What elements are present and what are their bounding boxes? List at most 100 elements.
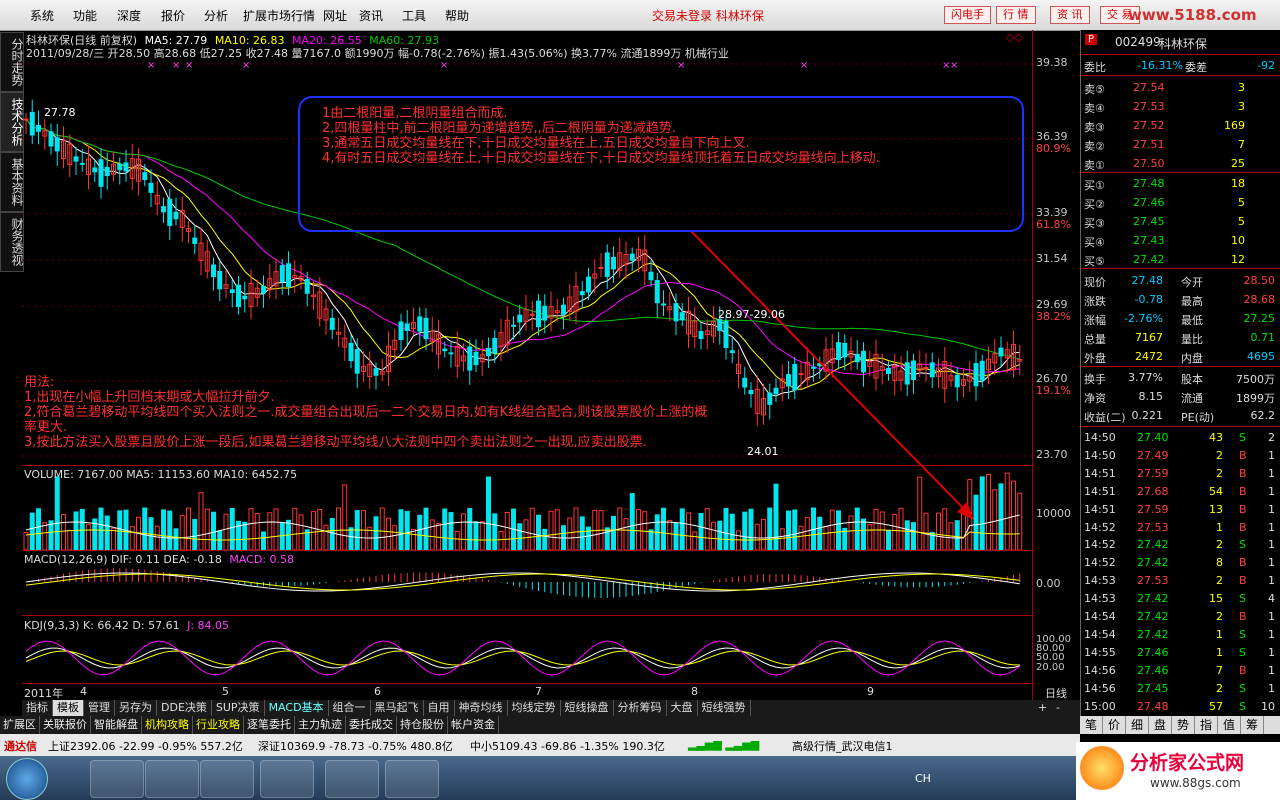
- diamond-icon[interactable]: ◇◇: [1006, 31, 1023, 44]
- zoom-minus-icon[interactable]: -: [1052, 700, 1064, 716]
- candle-body: [348, 342, 354, 362]
- folder-icon[interactable]: [145, 760, 199, 798]
- sell-row-cell: 27.53: [1133, 100, 1165, 113]
- low-price-label: 24.01: [747, 445, 779, 458]
- tick-row-cell: 14:52: [1084, 538, 1116, 552]
- flash-hand-button[interactable]: 闪电手: [944, 6, 991, 24]
- tab-time-trend[interactable]: 分时走势: [0, 32, 24, 92]
- volume-bar: [48, 520, 54, 551]
- quote-tab[interactable]: 细: [1126, 716, 1149, 734]
- tab-short-strong[interactable]: 短线强势: [698, 700, 751, 716]
- menu-function[interactable]: 功能: [73, 7, 97, 24]
- candle-body: [998, 347, 1004, 357]
- tab-template[interactable]: 模板: [53, 700, 84, 716]
- menu-system[interactable]: 系统: [30, 7, 54, 24]
- app-icon-3[interactable]: [385, 760, 439, 798]
- tab-save-as[interactable]: 另存为: [115, 700, 157, 716]
- candle-body: [792, 363, 798, 391]
- tab-holdings[interactable]: 持仓股份: [397, 716, 448, 734]
- stat-row: 涨跌 -0.78 最高 28.68: [1081, 290, 1280, 309]
- candle-body: [23, 118, 29, 121]
- quote-tab[interactable]: 盘: [1149, 716, 1172, 734]
- tab-trades[interactable]: 委托成交: [346, 716, 397, 734]
- menu-quote[interactable]: 报价: [161, 7, 185, 24]
- tick-row-cell: B: [1239, 484, 1247, 498]
- tick-row-cell: 2: [1216, 610, 1223, 623]
- tick-row-cell: 14:52: [1084, 556, 1116, 570]
- quote-tab[interactable]: 值: [1218, 716, 1241, 734]
- tab-indicator[interactable]: 指标: [22, 700, 53, 716]
- tick-row-cell: B: [1239, 574, 1247, 588]
- tick-row: 14:54 27.42 1 S 1: [1081, 625, 1280, 644]
- tab-dark-horse[interactable]: 黑马起飞: [371, 700, 424, 716]
- bar-info-line: 2011/09/28/三 开28.50 高28.68 低27.25 收27.48…: [26, 47, 729, 60]
- menu-tools[interactable]: 工具: [402, 7, 426, 24]
- menu-analysis[interactable]: 分析: [204, 7, 228, 24]
- tab-basic-info[interactable]: 基本资料: [0, 152, 24, 212]
- stock-app-icon[interactable]: [325, 760, 379, 798]
- menu-url[interactable]: 网址: [323, 7, 347, 24]
- macd-header: MACD(12,26,9) DIF: 0.11 DEA: -0.18 MACD:…: [24, 553, 294, 566]
- tab-ma-trend[interactable]: 均线定势: [508, 700, 561, 716]
- buy-row-cell: 5: [1238, 196, 1245, 209]
- tick-row-cell: 27.42: [1137, 627, 1169, 641]
- menu-help[interactable]: 帮助: [445, 7, 469, 24]
- quote-tab[interactable]: 指: [1195, 716, 1218, 734]
- volume-bar: [773, 483, 779, 551]
- volume-bar: [542, 528, 548, 551]
- stat2-row-cell: 7500万: [1236, 373, 1275, 386]
- tab-short-trade[interactable]: 短线操盘: [561, 700, 614, 716]
- menu-extended-market[interactable]: 扩展市场行情: [243, 7, 315, 24]
- volume-bar: [636, 509, 641, 551]
- tab-macd-basic[interactable]: MACD基本: [265, 700, 329, 716]
- macd-axis-label: 0.00: [1036, 577, 1061, 590]
- pattern-notes-box: 1由二根阳量,二根阴量组合而成. 2,四根量柱中,前二根阳量为递增趋势,,后二根…: [298, 96, 1024, 232]
- start-button[interactable]: [6, 758, 48, 800]
- tab-manage[interactable]: 管理: [84, 700, 115, 716]
- tab-technical-analysis[interactable]: 技术分析: [0, 92, 24, 152]
- menu-news[interactable]: 资讯: [359, 7, 383, 24]
- qq-icon[interactable]: [260, 760, 314, 798]
- quote-tab[interactable]: 价: [1103, 716, 1126, 734]
- tick-row-cell: B: [1239, 466, 1247, 480]
- candle-body: [192, 237, 198, 245]
- tab-chips[interactable]: 分析筹码: [614, 700, 667, 716]
- app-icon-1[interactable]: [90, 760, 144, 798]
- tab-related-quote[interactable]: 关联报价: [40, 716, 91, 734]
- tab-market[interactable]: 大盘: [667, 700, 698, 716]
- tab-order-detail[interactable]: 逐笔委托: [244, 716, 295, 734]
- tick-row: 14:51 27.59 13 B 1: [1081, 500, 1280, 519]
- quote-tab[interactable]: 势: [1172, 716, 1195, 734]
- app-icon-2[interactable]: [200, 760, 254, 798]
- volume-bar: [279, 522, 285, 551]
- quote-button[interactable]: 行 情: [996, 6, 1036, 24]
- tab-combo1[interactable]: 组合一: [329, 700, 371, 716]
- tab-dde[interactable]: DDE决策: [157, 700, 212, 716]
- quote-tab[interactable]: 筹: [1241, 716, 1264, 734]
- tab-extension[interactable]: 扩展区: [0, 716, 40, 734]
- input-method-icon[interactable]: CH: [915, 772, 931, 785]
- candle-body: [536, 300, 541, 328]
- tab-main-track[interactable]: 主力轨迹: [295, 716, 346, 734]
- tab-account[interactable]: 帐户资金: [448, 716, 499, 734]
- tab-magic-ma[interactable]: 神奇均线: [455, 700, 508, 716]
- tick-row-cell: 14:51: [1084, 502, 1116, 516]
- tab-financial[interactable]: 财务透视: [0, 212, 24, 272]
- quote-tab[interactable]: 笔: [1080, 716, 1103, 734]
- sme-index[interactable]: 中小5109.43 -69.86 -1.35% 190.3亿: [470, 738, 665, 754]
- news-button[interactable]: 资 讯: [1050, 6, 1090, 24]
- period-daily[interactable]: 日线: [1045, 685, 1067, 701]
- tab-institution[interactable]: 机构攻略: [142, 716, 193, 734]
- tab-sup[interactable]: SUP决策: [212, 700, 265, 716]
- sh-index[interactable]: 上证2392.06 -22.99 -0.95% 557.2亿: [48, 738, 243, 754]
- tab-smart-analysis[interactable]: 智能解盘: [91, 716, 142, 734]
- price-axis-label: 31.54: [1036, 252, 1068, 265]
- sell-row-cell: 卖②: [1084, 140, 1105, 153]
- volume-bar: [204, 508, 210, 551]
- menu-depth[interactable]: 深度: [117, 7, 141, 24]
- sz-index[interactable]: 深证10369.9 -78.73 -0.75% 480.8亿: [258, 738, 453, 754]
- zoom-plus-icon[interactable]: +: [1034, 700, 1051, 716]
- tab-custom[interactable]: 自用: [424, 700, 455, 716]
- tab-industry[interactable]: 行业攻略: [193, 716, 244, 734]
- signal-bars-icon: ▂▃▅▆ ▂▃▅▆: [688, 738, 760, 751]
